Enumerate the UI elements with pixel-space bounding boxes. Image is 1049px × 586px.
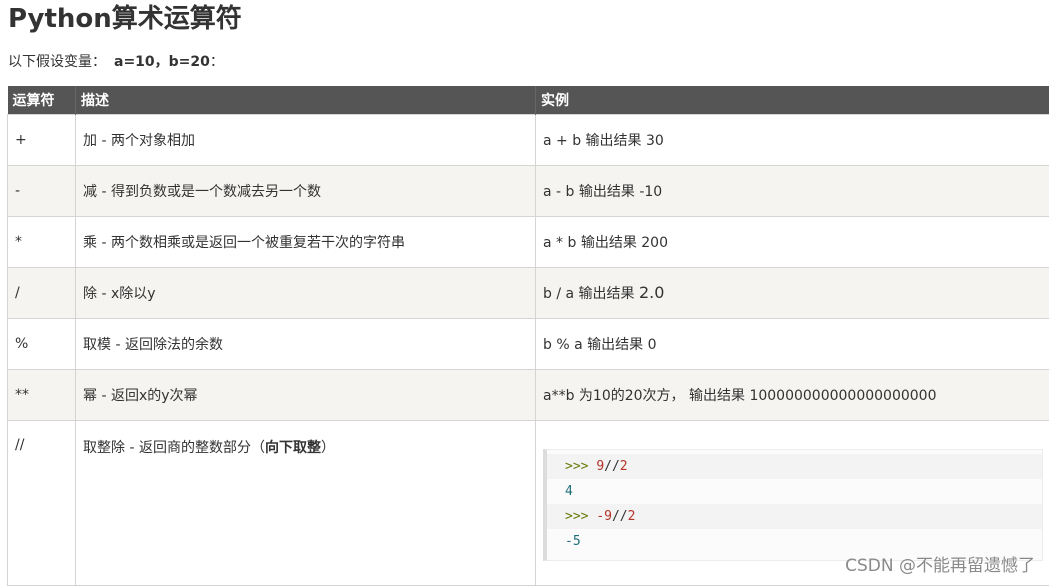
intro-text: 以下假设变量： a=10，b=20：: [8, 52, 224, 72]
code-line: >>> 9//2: [547, 454, 1042, 479]
code-number: 2: [620, 459, 628, 474]
cell-operator: **: [8, 370, 76, 421]
cell-operator: +: [8, 115, 76, 166]
page-title: Python算术运算符: [8, 2, 242, 36]
table-row: ** 幂 - 返回x的y次幂 a**b 为10的20次方， 输出结果 10000…: [8, 370, 1049, 421]
cell-operator: //: [8, 421, 76, 586]
desc-bold: 向下取整: [265, 440, 321, 456]
cell-description: 除 - x除以y: [76, 268, 536, 319]
intro-vars: a=10，b=20: [114, 54, 210, 70]
cell-description: 加 - 两个对象相加: [76, 115, 536, 166]
cell-example: a * b 输出结果 200: [536, 217, 1049, 268]
operators-table: 运算符 描述 实例 + 加 - 两个对象相加 a + b 输出结果 30 - 减…: [7, 86, 1049, 586]
code-number: 9: [596, 459, 604, 474]
code-output: 4: [565, 484, 573, 499]
example-result: 2.0: [639, 283, 664, 302]
cell-example: b % a 输出结果 0: [536, 319, 1049, 370]
code-line: >>> -9//2: [547, 504, 1042, 529]
cell-description: 取模 - 返回除法的余数: [76, 319, 536, 370]
cell-example: a**b 为10的20次方， 输出结果 10000000000000000000…: [536, 370, 1049, 421]
code-prompt: >>>: [565, 459, 596, 474]
desc-end: ）: [321, 440, 335, 456]
table-row: * 乘 - 两个数相乘或是返回一个被重复若干次的字符串 a * b 输出结果 2…: [8, 217, 1049, 268]
code-line: 4: [547, 479, 1042, 504]
cell-description: 乘 - 两个数相乘或是返回一个被重复若干次的字符串: [76, 217, 536, 268]
table-row: % 取模 - 返回除法的余数 b % a 输出结果 0: [8, 319, 1049, 370]
desc-text: 取整除 - 返回商的整数部分（: [83, 440, 265, 456]
table-row: / 除 - x除以y b / a 输出结果 2.0: [8, 268, 1049, 319]
header-example: 实例: [536, 86, 1049, 115]
cell-operator: %: [8, 319, 76, 370]
table-header-row: 运算符 描述 实例: [8, 86, 1049, 115]
intro-label: 以下假设变量：: [8, 54, 106, 70]
code-number: 2: [628, 509, 636, 524]
header-operator: 运算符: [8, 86, 76, 115]
cell-example: a - b 输出结果 -10: [536, 166, 1049, 217]
code-output: -5: [565, 534, 581, 549]
cell-example: b / a 输出结果 2.0: [536, 268, 1049, 319]
example-text: b / a 输出结果: [543, 286, 639, 302]
table-row: + 加 - 两个对象相加 a + b 输出结果 30: [8, 115, 1049, 166]
watermark: CSDN @不能再留遗憾了: [845, 551, 1035, 576]
code-operator: //: [604, 459, 620, 474]
code-prompt: >>>: [565, 509, 596, 524]
cell-description: 减 - 得到负数或是一个数减去另一个数: [76, 166, 536, 217]
cell-operator: *: [8, 217, 76, 268]
cell-operator: -: [8, 166, 76, 217]
cell-description: 幂 - 返回x的y次幂: [76, 370, 536, 421]
cell-operator: /: [8, 268, 76, 319]
code-number: -9: [596, 509, 612, 524]
code-block: >>> 9//2 4 >>> -9//2 -5: [543, 449, 1043, 561]
cell-example: a + b 输出结果 30: [536, 115, 1049, 166]
code-operator: //: [612, 509, 628, 524]
table-row: - 减 - 得到负数或是一个数减去另一个数 a - b 输出结果 -10: [8, 166, 1049, 217]
header-description: 描述: [76, 86, 536, 115]
intro-colon: ：: [210, 54, 224, 70]
cell-description: 取整除 - 返回商的整数部分（向下取整）: [76, 421, 536, 586]
